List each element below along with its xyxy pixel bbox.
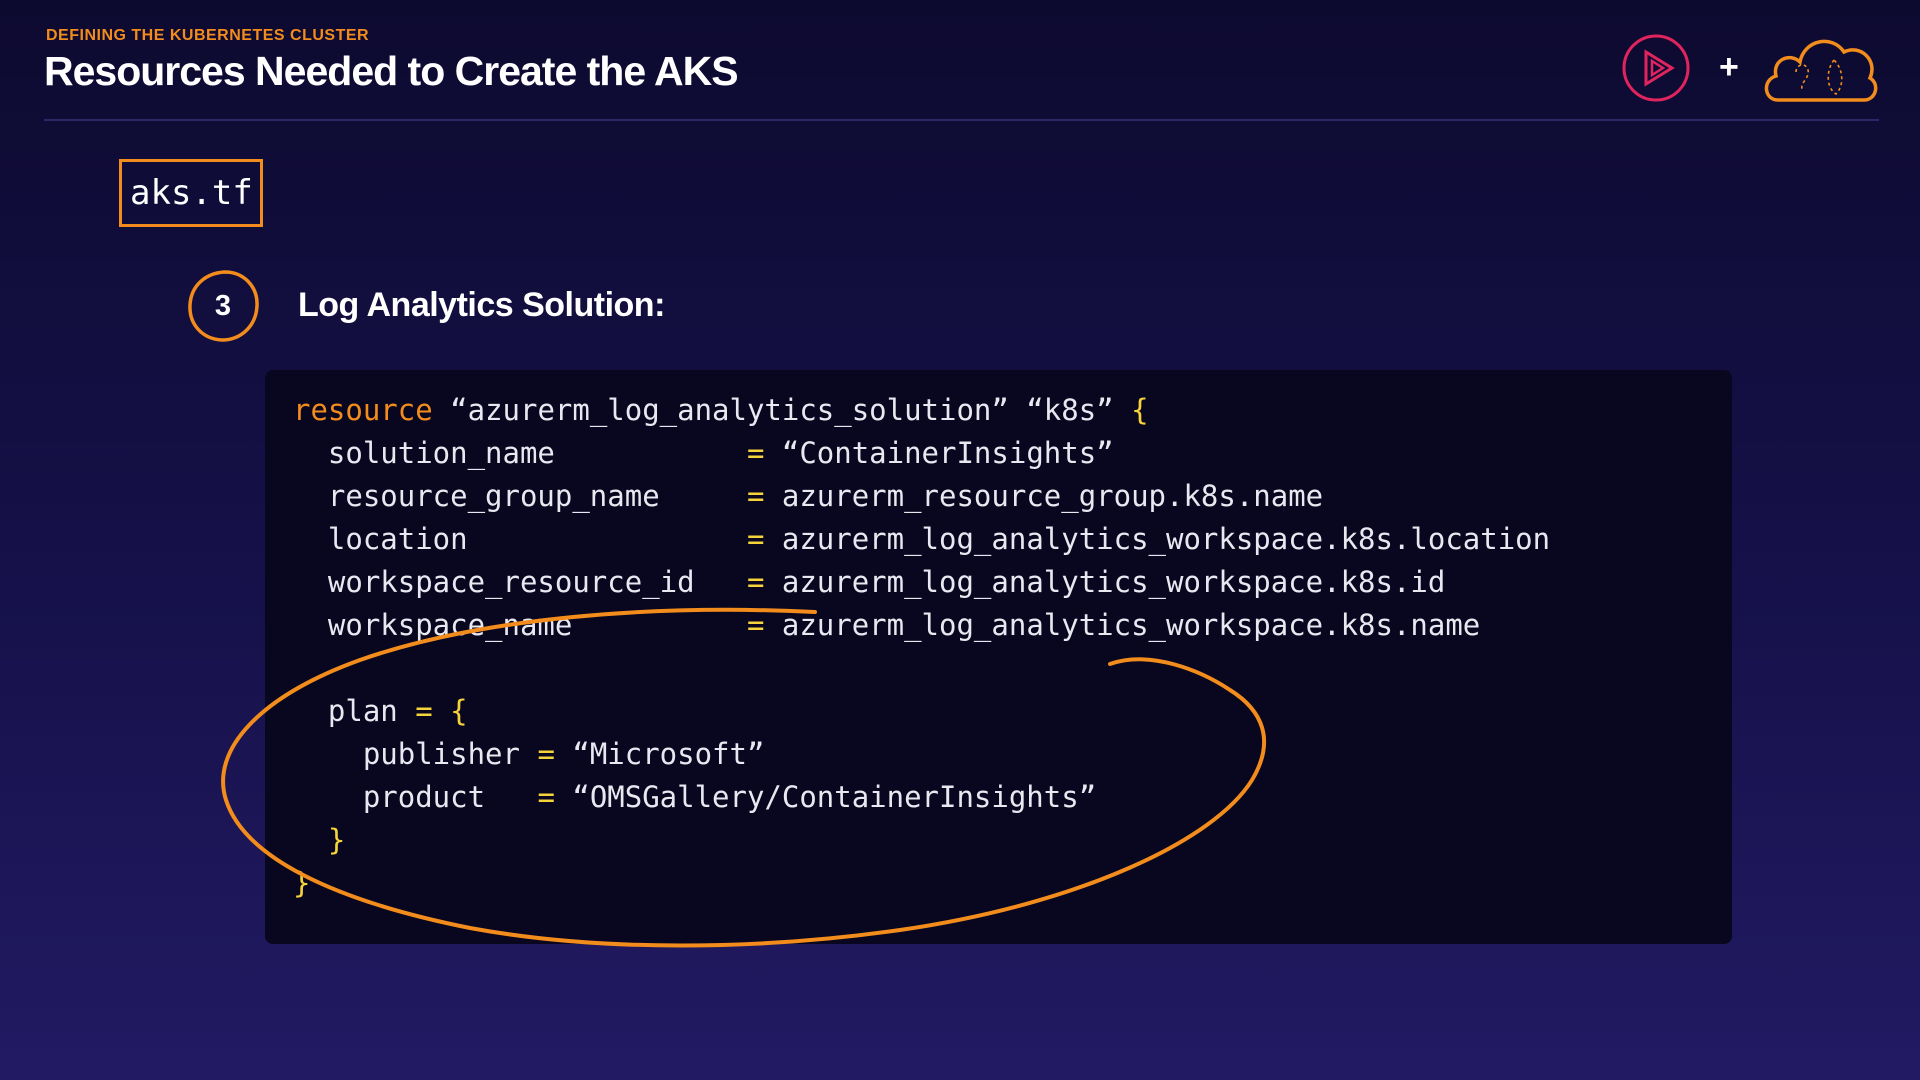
code-value: “ContainerInsights” [764,436,1114,470]
code-value: azurerm_log_analytics_workspace.k8s.name [764,608,1481,642]
code-key: workspace_resource_id [293,565,747,599]
step-number: 3 [214,289,232,322]
code-key: location [293,522,747,556]
code-value: “OMSGallery/ContainerInsights” [554,780,1097,814]
code-key: resource_group_name [293,479,747,513]
code-equals: = [537,737,555,771]
code-line-12: } [293,862,1550,905]
code-equals: = [746,608,765,642]
code-key: solution_name [293,436,747,470]
code-value: azurerm_resource_group.k8s.name [764,479,1324,513]
code-line-5: workspace_resource_id = azurerm_log_anal… [293,561,1550,604]
code-brace: } [293,823,346,857]
code-line-11: } [293,819,1550,862]
code-value: “Microsoft” [554,737,765,771]
code-key: plan [293,694,416,728]
code-brace: } [293,866,311,900]
code-equals: = [746,565,765,599]
code-equals: = [746,436,765,470]
code-value: azurerm_log_analytics_workspace.k8s.id [764,565,1446,599]
code-brace: { [1131,393,1149,427]
cloud-icon [1764,39,1878,102]
slide-title: Resources Needed to Create the AKS [44,48,739,94]
code-line-1: resource “azurerm_log_analytics_solution… [293,389,1550,432]
code-value: azurerm_log_analytics_workspace.k8s.loca… [764,522,1551,556]
play-icon [1622,34,1690,102]
code-text: “azurerm_log_analytics_solution” “k8s” [432,393,1132,427]
code-keyword: resource [293,393,433,427]
code-equals: = [415,694,433,728]
plus-sign: + [1719,48,1739,86]
code-line-10: product = “OMSGallery/ContainerInsights” [293,776,1550,819]
logo-group: + [1620,28,1880,108]
code-line-2: solution_name = “ContainerInsights” [293,432,1550,475]
code-line-6: workspace_name = azurerm_log_analytics_w… [293,604,1550,647]
section-eyebrow: DEFINING THE KUBERNETES CLUSTER [46,27,370,44]
code-brace: { [432,694,468,728]
code-listing: resource “azurerm_log_analytics_solution… [293,389,1550,905]
code-equals: = [746,479,765,513]
file-name: aks.tf [130,173,253,213]
code-line-3: resource_group_name = azurerm_resource_g… [293,475,1550,518]
code-line-4: location = azurerm_log_analytics_workspa… [293,518,1550,561]
header-divider [44,119,1879,121]
code-line-8: plan = { [293,690,1550,733]
code-key: product [293,780,538,814]
code-line-9: publisher = “Microsoft” [293,733,1550,776]
code-key: workspace_name [293,608,747,642]
code-key: publisher [293,737,538,771]
code-equals: = [746,522,765,556]
code-equals: = [537,780,555,814]
step-title: Log Analytics Solution: [298,286,665,324]
